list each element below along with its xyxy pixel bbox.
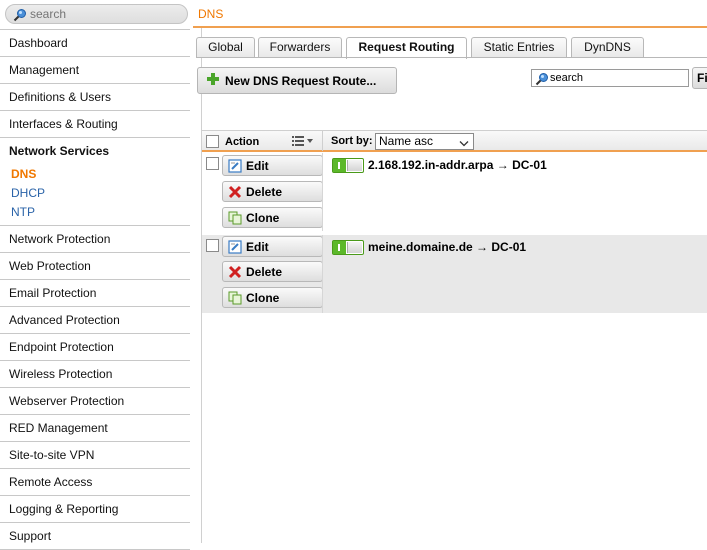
sidebar-item-remote-access[interactable]: Remote Access	[0, 469, 190, 496]
sort-by-label: Sort by:	[331, 135, 373, 147]
sidebar-subitem-dns[interactable]: DNS	[0, 165, 190, 184]
search-icon	[535, 72, 549, 89]
search-input[interactable]	[30, 6, 180, 22]
tab-static-entries[interactable]: Static Entries	[471, 37, 567, 58]
delete-icon	[228, 265, 242, 282]
tab-forwarders[interactable]: Forwarders	[258, 37, 342, 58]
sidebar-item-network-protection[interactable]: Network Protection	[0, 226, 190, 253]
edit-icon	[228, 240, 242, 257]
row-separator	[322, 235, 323, 313]
sidebar-item-endpoint-protection[interactable]: Endpoint Protection	[0, 334, 190, 361]
clone-icon	[228, 211, 242, 228]
sidebar-item-site-to-site-vpn[interactable]: Site-to-site VPN	[0, 442, 190, 469]
route-label: 2.168.192.in-addr.arpa → DC-01	[368, 158, 547, 172]
chevron-down-icon	[459, 137, 469, 152]
delete-button[interactable]: Delete	[222, 261, 323, 282]
list-row: Edit Delete Clone meine.domaine.de → DC-…	[202, 235, 707, 313]
clone-button[interactable]: Clone	[222, 207, 323, 228]
sidebar-item-management[interactable]: Management	[0, 57, 190, 84]
edit-label: Edit	[246, 240, 269, 254]
status-toggle[interactable]	[332, 158, 364, 173]
tab-request-routing[interactable]: Request Routing	[346, 37, 467, 59]
clone-button[interactable]: Clone	[222, 287, 323, 308]
sidebar-item-network-services[interactable]: Network Services	[0, 138, 190, 165]
clone-icon	[228, 291, 242, 308]
delete-label: Delete	[246, 185, 283, 199]
row-separator	[322, 153, 323, 231]
new-dns-request-route-label: New DNS Request Route...	[225, 74, 377, 88]
sidebar: Dashboard Management Definitions & Users…	[0, 0, 190, 550]
select-all-checkbox[interactable]	[206, 135, 219, 148]
find-button[interactable]: Fi	[692, 67, 707, 89]
edit-button[interactable]: Edit	[222, 155, 323, 176]
tab-dyndns[interactable]: DynDNS	[571, 37, 644, 58]
filter-search-input[interactable]	[550, 71, 686, 85]
sidebar-item-webserver-protection[interactable]: Webserver Protection	[0, 388, 190, 415]
route-label: meine.domaine.de → DC-01	[368, 240, 527, 254]
sidebar-item-dashboard[interactable]: Dashboard	[0, 30, 190, 57]
sidebar-subitem-dhcp[interactable]: DHCP	[0, 184, 190, 203]
search-icon	[13, 8, 27, 25]
toggle-knob	[347, 160, 362, 171]
plus-icon	[206, 72, 220, 86]
sidebar-item-support[interactable]: Support	[0, 523, 190, 550]
new-dns-request-route-button[interactable]: New DNS Request Route...	[197, 67, 397, 94]
sidebar-item-red-management[interactable]: RED Management	[0, 415, 190, 442]
tab-divider	[196, 57, 707, 58]
clone-label: Clone	[246, 211, 280, 225]
toggle-knob	[347, 242, 362, 253]
edit-label: Edit	[246, 159, 269, 173]
column-chooser-icon[interactable]	[292, 135, 316, 150]
page-title: DNS	[198, 7, 224, 21]
delete-label: Delete	[246, 265, 283, 279]
sidebar-item-advanced-protection[interactable]: Advanced Protection	[0, 307, 190, 334]
row-checkbox[interactable]	[206, 239, 219, 252]
status-toggle[interactable]	[332, 240, 364, 255]
sidebar-item-definitions-users[interactable]: Definitions & Users	[0, 84, 190, 111]
toggle-on-indicator	[333, 241, 346, 254]
sidebar-item-email-protection[interactable]: Email Protection	[0, 280, 190, 307]
tab-global[interactable]: Global	[196, 37, 255, 58]
sidebar-item-wireless-protection[interactable]: Wireless Protection	[0, 361, 190, 388]
header-separator	[322, 131, 323, 151]
sidebar-item-web-protection[interactable]: Web Protection	[0, 253, 190, 280]
delete-button[interactable]: Delete	[222, 181, 323, 202]
delete-icon	[228, 185, 242, 202]
edit-icon	[228, 159, 242, 176]
sort-select-value: Name asc	[379, 134, 434, 148]
row-checkbox[interactable]	[206, 157, 219, 170]
filter-search-box[interactable]	[531, 69, 689, 87]
list-header: Action Sort by: Name asc	[202, 130, 707, 152]
edit-button[interactable]: Edit	[222, 236, 323, 257]
clone-label: Clone	[246, 291, 280, 305]
sidebar-subitem-ntp[interactable]: NTP	[0, 203, 190, 222]
toggle-on-indicator	[333, 159, 346, 172]
sidebar-item-interfaces-routing[interactable]: Interfaces & Routing	[0, 111, 190, 138]
list-row: Edit Delete Clone 2.168.192.in-addr.arpa…	[202, 153, 707, 231]
sidebar-search[interactable]	[5, 4, 188, 24]
sidebar-group-network-services: Network Services DNS DHCP NTP	[0, 138, 190, 226]
sidebar-nav: Dashboard Management Definitions & Users…	[0, 29, 190, 550]
action-column-header: Action	[225, 136, 260, 148]
sort-select[interactable]: Name asc	[375, 133, 474, 150]
sidebar-item-logging-reporting[interactable]: Logging & Reporting	[0, 496, 190, 523]
